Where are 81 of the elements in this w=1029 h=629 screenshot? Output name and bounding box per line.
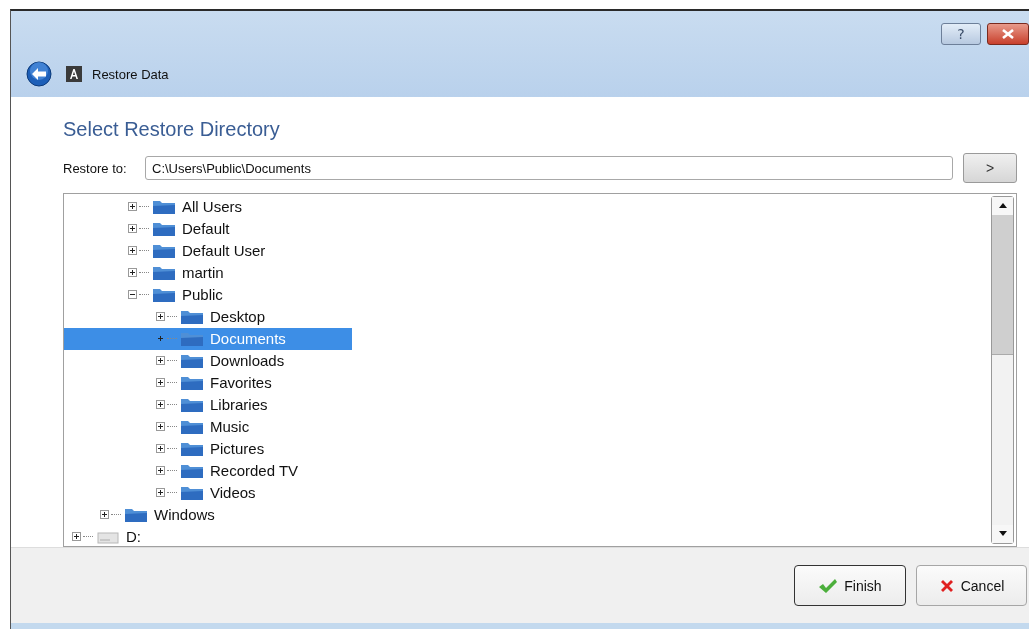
tree-item-label: Default — [182, 220, 230, 238]
folder-icon — [180, 440, 204, 457]
close-button[interactable] — [987, 23, 1029, 45]
folder-icon — [152, 220, 176, 237]
window-title: Restore Data — [92, 66, 169, 82]
tree-item[interactable]: Recorded TV — [64, 459, 365, 482]
folder-icon — [180, 462, 204, 479]
down-arrow-icon — [998, 531, 1007, 537]
expand-toggle[interactable] — [156, 312, 165, 322]
checkmark-icon — [818, 577, 839, 594]
go-button[interactable]: > — [963, 153, 1017, 184]
folder-icon — [180, 374, 204, 391]
scroll-up-button[interactable] — [992, 196, 1013, 215]
tree-item-label: Public — [182, 286, 223, 304]
folder-icon — [124, 506, 148, 523]
back-button[interactable] — [26, 61, 52, 87]
expand-toggle[interactable] — [156, 356, 165, 366]
expand-toggle[interactable] — [128, 224, 137, 234]
tree-item[interactable]: D: — [64, 525, 207, 546]
tree-item[interactable]: Desktop — [64, 305, 332, 328]
app-icon — [66, 66, 82, 82]
tree-item[interactable]: Default User — [64, 239, 332, 262]
tree-item[interactable]: Favorites — [64, 371, 338, 394]
folder-icon — [180, 418, 204, 435]
tree-item-label: martin — [182, 264, 224, 282]
tree-item[interactable]: Downloads — [64, 349, 351, 372]
path-field[interactable]: C:\Users\Public\Documents — [145, 156, 953, 181]
expand-toggle[interactable] — [128, 268, 137, 278]
cancel-button[interactable]: Cancel — [916, 565, 1027, 606]
expand-toggle[interactable] — [72, 532, 81, 542]
folder-icon — [152, 242, 176, 259]
expand-toggle[interactable] — [128, 290, 137, 300]
folder-icon — [152, 264, 176, 281]
tree-item[interactable]: Music — [64, 415, 316, 438]
finish-button[interactable]: Finish — [794, 565, 906, 606]
folder-icon — [180, 308, 204, 325]
tree-item-label: Recorded TV — [210, 462, 299, 480]
tree-item-label: Windows — [154, 506, 215, 524]
tree-item-label: All Users — [182, 198, 242, 216]
folder-icon — [152, 198, 176, 215]
scroll-thumb[interactable] — [992, 214, 1013, 356]
folder-icon — [180, 484, 204, 501]
expand-toggle[interactable] — [156, 444, 165, 454]
expand-toggle[interactable] — [128, 202, 137, 212]
folder-icon — [180, 396, 204, 413]
tree-item-label: Favorites — [210, 374, 272, 392]
scroll-down-button[interactable] — [992, 524, 1013, 543]
expand-toggle[interactable] — [156, 400, 165, 410]
expand-toggle[interactable] — [156, 488, 165, 498]
tree-item-label: Music — [210, 418, 250, 436]
help-button[interactable]: ? — [941, 23, 981, 45]
tree-item-label: Default User — [182, 242, 266, 260]
tree-item-label: Libraries — [210, 396, 268, 414]
folder-icon — [180, 352, 204, 369]
close-icon — [1002, 29, 1014, 39]
tree-item[interactable]: Pictures — [64, 437, 331, 460]
tree-item[interactable]: Libraries — [64, 393, 334, 416]
tree-item-label: Documents — [210, 330, 286, 348]
up-arrow-icon — [998, 203, 1007, 209]
expand-toggle[interactable] — [156, 378, 165, 388]
tree-item-label: Pictures — [210, 440, 265, 458]
scrollbar[interactable] — [991, 195, 1014, 544]
page-heading: Select Restore Directory — [63, 117, 281, 142]
expand-toggle[interactable] — [156, 466, 165, 476]
tree-item-label: Videos — [210, 484, 256, 502]
expand-toggle[interactable] — [100, 510, 109, 520]
tree-item[interactable]: All Users — [64, 195, 308, 218]
folder-icon — [180, 330, 204, 347]
restore-to-label: Restore to: — [63, 160, 128, 176]
folder-icon — [152, 286, 176, 303]
tree-item-label: D: — [126, 528, 141, 546]
expand-toggle[interactable] — [156, 334, 165, 344]
tree-item[interactable]: martin — [64, 261, 290, 284]
tree-item[interactable]: Public — [64, 283, 289, 306]
tree-item[interactable]: Windows — [64, 503, 281, 526]
expand-toggle[interactable] — [156, 422, 165, 432]
tree-item-label: Desktop — [210, 308, 266, 326]
tree-item[interactable]: Default — [64, 217, 296, 240]
tree-item[interactable]: Videos — [64, 481, 322, 504]
tree-item-label: Downloads — [210, 352, 285, 370]
expand-toggle[interactable] — [128, 246, 137, 256]
